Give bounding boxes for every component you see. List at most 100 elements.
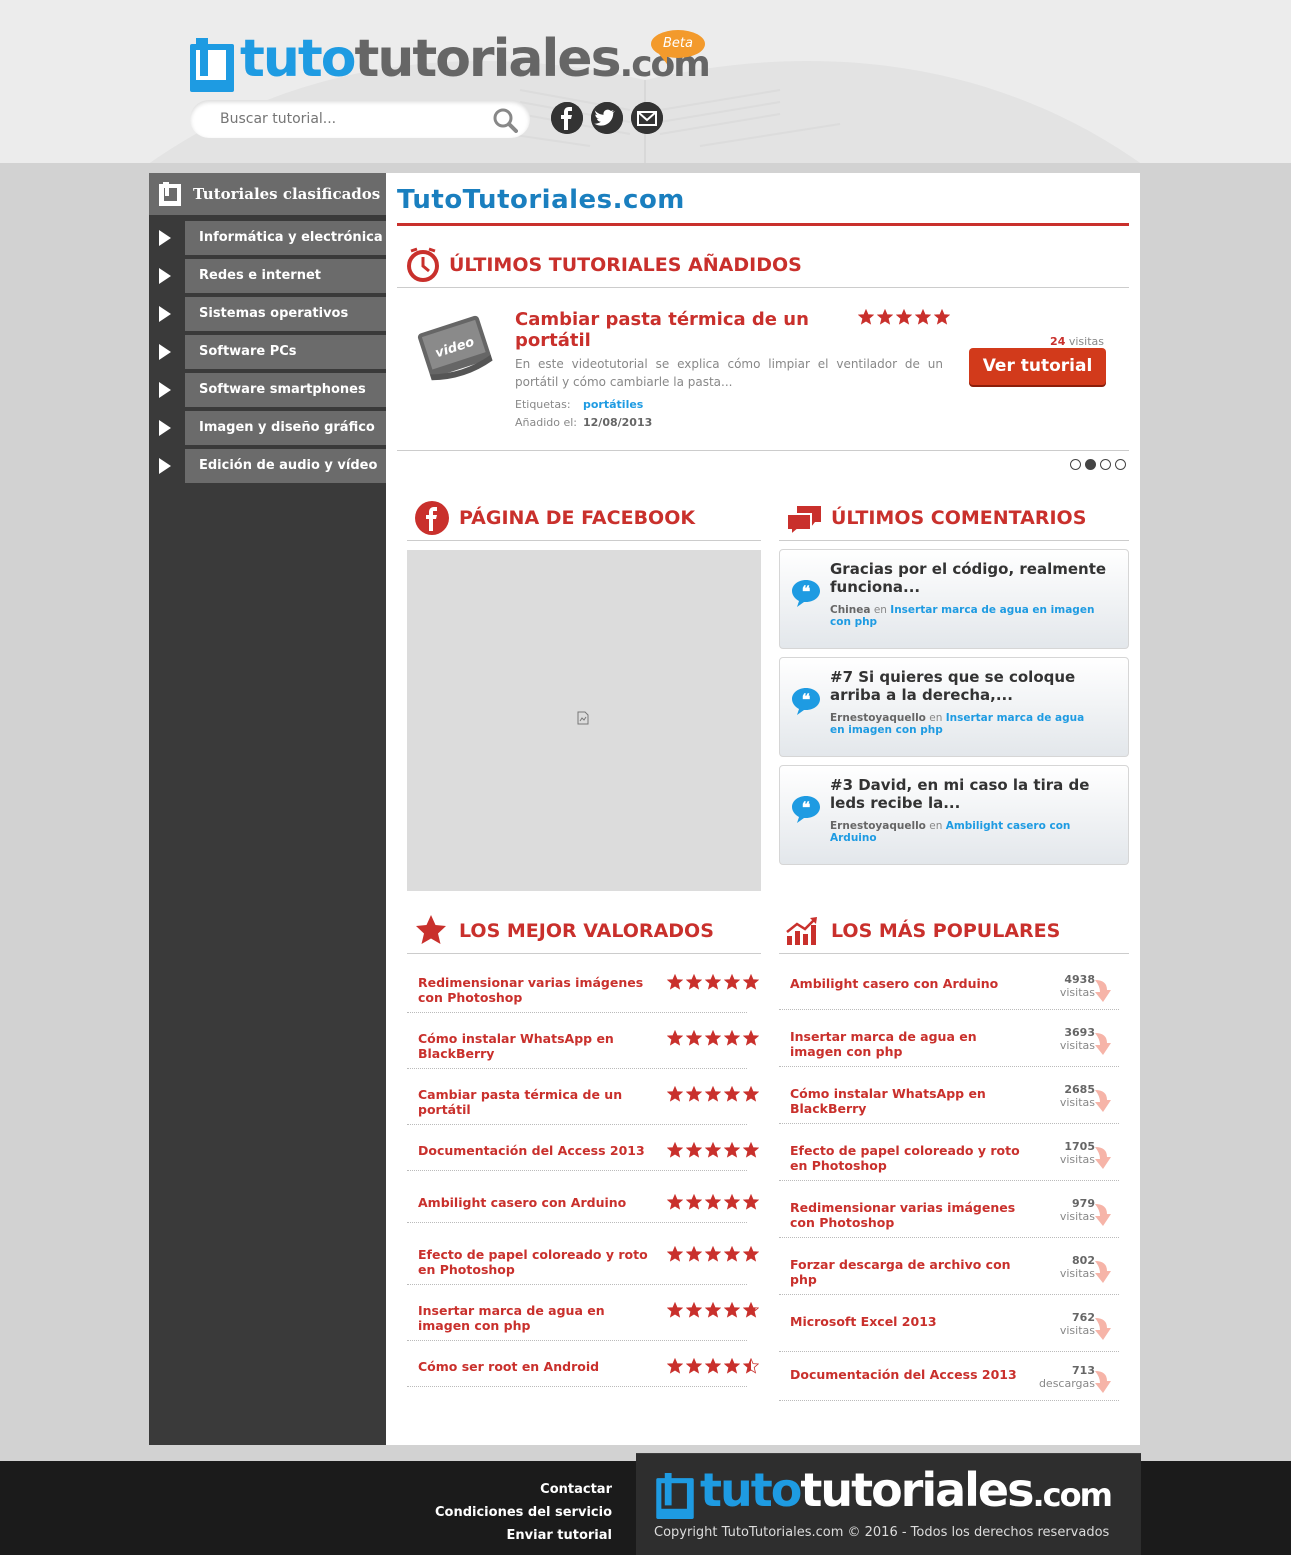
footer-link-contact[interactable]: Contactar: [540, 1482, 612, 1497]
popular-item[interactable]: Documentación del Access 2013 713 descarga…: [779, 1364, 1119, 1401]
footer-logo[interactable]: tutotutoriales.com: [656, 1463, 1113, 1519]
latest-tutorial-title[interactable]: Cambiar pasta térmica de un portátil: [515, 309, 815, 351]
sidebar-item-smartphones[interactable]: Software smartphones: [149, 373, 386, 407]
rating-star-icon: [705, 974, 721, 990]
sidebar-item-sistemas[interactable]: Sistemas operativos: [149, 297, 386, 331]
comment-author[interactable]: Ernestoyaquello: [830, 712, 926, 724]
comment-meta: Ernestoyaquello en Ambilight casero con …: [830, 820, 1071, 844]
comment-author[interactable]: Ernestoyaquello: [830, 820, 926, 832]
top-rated-title[interactable]: Redimensionar varias imágenes con Photos…: [418, 975, 658, 1005]
chevron-right-icon: [149, 335, 181, 369]
popular-title[interactable]: Insertar marca de agua en imagen con php: [790, 1029, 1030, 1059]
popular-count-label: visitas: [1059, 1267, 1095, 1280]
footer-link-submit[interactable]: Enviar tutorial: [507, 1528, 613, 1543]
popular-item[interactable]: Forzar descarga de archivo con php 802 vis…: [779, 1255, 1119, 1295]
sidebar-item-audio-video[interactable]: Edición de audio y vídeo: [149, 449, 386, 483]
top-rated-title[interactable]: Insertar marca de agua en imagen con php: [418, 1303, 658, 1333]
popular-title[interactable]: Cómo instalar WhatsApp en BlackBerry: [790, 1086, 1030, 1116]
top-rated-item[interactable]: Cómo instalar WhatsApp en BlackBerry: [407, 1030, 759, 1069]
popular-count: 713: [1072, 1364, 1095, 1377]
search-icon[interactable]: [492, 107, 518, 133]
popular-item[interactable]: Insertar marca de agua en imagen con php…: [779, 1027, 1119, 1067]
carousel-dot-4[interactable]: [1115, 459, 1126, 470]
logo-text: tutotutoriales.com: [700, 1463, 1113, 1517]
quote-icon: ❝: [792, 688, 820, 715]
rating-star-icon: [686, 1302, 702, 1318]
carousel-dot-1[interactable]: [1070, 459, 1081, 470]
comment-tutorial-link[interactable]: Insertar marca de agua en imagen con php: [830, 604, 1094, 628]
rating-star-icon: [705, 1302, 721, 1318]
top-rated-item[interactable]: Redimensionar varias imágenes con Photos…: [407, 974, 759, 1013]
popular-item[interactable]: Microsoft Excel 2013 762 visitas: [779, 1312, 1119, 1352]
top-rated-item[interactable]: Insertar marca de agua en imagen con php: [407, 1302, 759, 1341]
comment-card[interactable]: ❝ Gracias por el código, realmente funci…: [779, 549, 1129, 649]
footer-link-terms[interactable]: Condiciones del servicio: [435, 1505, 612, 1520]
rating-star-icon: [724, 1246, 740, 1262]
search-box[interactable]: [190, 100, 530, 138]
rating-star-icon: [667, 1302, 683, 1318]
popular-title[interactable]: Documentación del Access 2013: [790, 1367, 1030, 1382]
popular-item[interactable]: Ambilight casero con Arduino 4938 visitas: [779, 974, 1119, 1010]
popular-item[interactable]: Cómo instalar WhatsApp en BlackBerry 2685…: [779, 1084, 1119, 1124]
mail-icon[interactable]: [631, 102, 663, 134]
added-row: Añadido el: 12/08/2013: [515, 416, 652, 429]
top-rated-item[interactable]: Documentación del Access 2013: [407, 1142, 759, 1171]
comment-text: #3 David, en mi caso la tira de leds rec…: [830, 776, 1090, 812]
popular-title[interactable]: Microsoft Excel 2013: [790, 1314, 1030, 1329]
top-rated-title[interactable]: Cómo ser root en Android: [418, 1359, 658, 1374]
rating-star-icon: [705, 1246, 721, 1262]
category-sidebar: Tutoriales clasificados Informática y el…: [149, 173, 386, 1445]
rating-star-icon: [686, 974, 702, 990]
rating-star-icon: [743, 1030, 759, 1046]
popular-item[interactable]: Redimensionar varias imágenes con Photos…: [779, 1198, 1119, 1238]
sidebar-item-informatica[interactable]: Informática y electrónica: [149, 221, 386, 255]
top-rated-item[interactable]: Cómo ser root en Android: [407, 1358, 759, 1387]
tag-link[interactable]: portátiles: [583, 398, 643, 411]
section-divider: [779, 953, 1129, 954]
facebook-icon[interactable]: [551, 102, 583, 134]
tags-label: Etiquetas:: [515, 398, 571, 411]
popular-title[interactable]: Ambilight casero con Arduino: [790, 976, 1030, 991]
top-rated-title[interactable]: Efecto de papel coloreado y roto en Phot…: [418, 1247, 658, 1277]
sidebar-item-redes[interactable]: Redes e internet: [149, 259, 386, 293]
popular-item[interactable]: Efecto de papel coloreado y roto en Phot…: [779, 1140, 1119, 1181]
comment-card[interactable]: ❝ #7 Si quieres que se coloque arriba a …: [779, 657, 1129, 757]
facebook-widget[interactable]: [407, 550, 761, 891]
star-rating: [667, 1246, 762, 1262]
comment-meta: Chinea en Insertar marca de agua en imag…: [830, 604, 1095, 628]
logo-book-icon: [656, 1473, 694, 1519]
latest-rating: [858, 309, 953, 325]
comments-icon: [786, 506, 821, 536]
rating-star-icon: [743, 1358, 759, 1374]
popular-count: 1705: [1064, 1140, 1095, 1153]
sidebar-item-label: Edición de audio y vídeo: [185, 449, 386, 483]
carousel-dot-2[interactable]: [1085, 459, 1096, 470]
popular-title[interactable]: Redimensionar varias imágenes con Photos…: [790, 1200, 1030, 1230]
popular-title[interactable]: Forzar descarga de archivo con php: [790, 1257, 1030, 1287]
chevron-right-icon: [149, 449, 181, 483]
sidebar-item-imagen[interactable]: Imagen y diseño gráfico: [149, 411, 386, 445]
rating-star-icon: [686, 1086, 702, 1102]
top-rated-item[interactable]: Efecto de papel coloreado y roto en Phot…: [407, 1246, 759, 1285]
view-tutorial-button[interactable]: Ver tutorial: [969, 348, 1106, 385]
comment-meta: Ernestoyaquello en Insertar marca de agu…: [830, 712, 1085, 736]
carousel-dot-3[interactable]: [1100, 459, 1111, 470]
rating-star-icon: [743, 974, 759, 990]
facebook-heading: PÁGINA DE FACEBOOK: [459, 507, 696, 529]
twitter-icon[interactable]: [591, 102, 623, 134]
top-rated-item[interactable]: Ambilight casero con Arduino: [407, 1194, 759, 1223]
popular-title[interactable]: Efecto de papel coloreado y roto en Phot…: [790, 1143, 1030, 1173]
rating-star-icon: [686, 1246, 702, 1262]
search-input[interactable]: [210, 100, 480, 138]
site-logo[interactable]: tutotutoriales.com: [190, 30, 711, 92]
sidebar-item-software-pcs[interactable]: Software PCs: [149, 335, 386, 369]
top-rated-item[interactable]: Cambiar pasta térmica de un portátil: [407, 1086, 759, 1125]
top-rated-title[interactable]: Ambilight casero con Arduino: [418, 1195, 658, 1210]
sidebar-item-label: Software smartphones: [185, 373, 386, 407]
top-rated-title[interactable]: Cambiar pasta térmica de un portátil: [418, 1087, 658, 1117]
top-rated-title[interactable]: Documentación del Access 2013: [418, 1143, 658, 1158]
comment-author[interactable]: Chinea: [830, 604, 870, 616]
chevron-right-icon: [149, 221, 181, 255]
top-rated-title[interactable]: Cómo instalar WhatsApp en BlackBerry: [418, 1031, 658, 1061]
comment-card[interactable]: ❝ #3 David, en mi caso la tira de leds r…: [779, 765, 1129, 865]
